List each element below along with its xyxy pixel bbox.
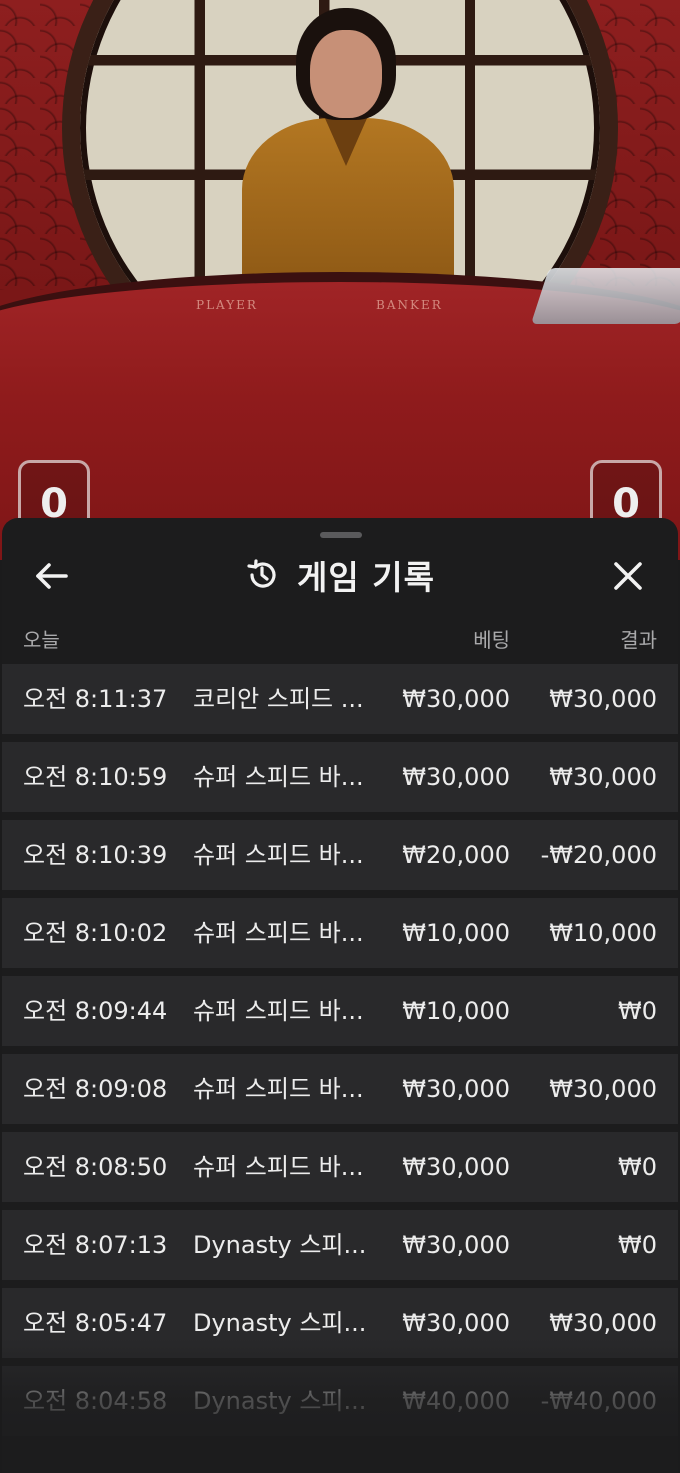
row-bet-amount: ₩40,000 xyxy=(402,1387,510,1415)
row-game-name: Dynasty 스피... xyxy=(193,1309,367,1337)
row-time: 오전 8:08:50 xyxy=(23,1153,168,1181)
history-row[interactable]: 오전 8:08:50 슈퍼 스피드 바... ₩30,000 ₩0 xyxy=(2,1132,678,1202)
back-button[interactable] xyxy=(30,554,74,598)
row-bet-amount: ₩30,000 xyxy=(402,1231,510,1259)
row-result-amount: ₩30,000 xyxy=(549,763,657,791)
row-game-name: 슈퍼 스피드 바... xyxy=(193,1153,364,1181)
row-time: 오전 8:07:13 xyxy=(23,1231,168,1259)
history-row[interactable]: 오전 8:11:37 코리안 스피드 ... ₩30,000 ₩30,000 xyxy=(2,664,678,734)
row-result-amount: -₩20,000 xyxy=(540,841,657,869)
row-bet-amount: ₩20,000 xyxy=(402,841,510,869)
row-time: 오전 8:10:39 xyxy=(23,841,168,869)
arrow-left-icon xyxy=(36,563,68,589)
table-label-player: PLAYER xyxy=(196,298,258,312)
page-title: 게임 기록 xyxy=(297,558,435,597)
row-bet-amount: ₩30,000 xyxy=(402,763,510,791)
row-game-name: 슈퍼 스피드 바... xyxy=(193,841,364,869)
row-game-name: 슈퍼 스피드 바... xyxy=(193,763,364,791)
sheet-header: 게임 기록 xyxy=(2,542,678,608)
history-list: 오전 8:11:37 코리안 스피드 ... ₩30,000 ₩30,000 오전 8:… xyxy=(2,664,678,1444)
row-time: 오전 8:09:44 xyxy=(23,997,168,1025)
row-game-name: 슈퍼 스피드 바... xyxy=(193,919,364,947)
row-time: 오전 8:10:02 xyxy=(23,919,168,947)
row-result-amount: ₩0 xyxy=(618,1153,657,1181)
history-row[interactable]: 오전 8:04:58 Dynasty 스피... ₩40,000 -₩40,000 xyxy=(2,1366,678,1436)
history-row[interactable]: 오전 8:10:59 슈퍼 스피드 바... ₩30,000 ₩30,000 xyxy=(2,742,678,812)
column-header-result: 결과 xyxy=(620,628,657,652)
row-game-name: Dynasty 스피... xyxy=(193,1231,367,1259)
history-row[interactable]: 오전 8:10:39 슈퍼 스피드 바... ₩20,000 -₩20,000 xyxy=(2,820,678,890)
row-time: 오전 8:09:08 xyxy=(23,1075,168,1103)
row-time: 오전 8:11:37 xyxy=(23,685,168,713)
row-game-name: Dynasty 스피... xyxy=(193,1387,367,1415)
column-header-date: 오늘 xyxy=(23,628,60,652)
dealer xyxy=(242,8,454,298)
row-bet-amount: ₩30,000 xyxy=(402,685,510,713)
drag-handle[interactable] xyxy=(320,532,362,538)
live-video-feed: PLAYER BANKER 0 0 xyxy=(0,0,680,560)
row-result-amount: ₩0 xyxy=(618,997,657,1025)
row-game-name: 코리안 스피드 ... xyxy=(193,685,364,713)
game-history-sheet: 게임 기록 오늘 베팅 결과 오전 8:11:37 코리안 스피드 ... ₩30,… xyxy=(2,518,678,1473)
row-game-name: 슈퍼 스피드 바... xyxy=(193,1075,364,1103)
row-result-amount: -₩40,000 xyxy=(540,1387,657,1415)
history-row[interactable]: 오전 8:09:44 슈퍼 스피드 바... ₩10,000 ₩0 xyxy=(2,976,678,1046)
row-result-amount: ₩30,000 xyxy=(549,1075,657,1103)
row-time: 오전 8:04:58 xyxy=(23,1387,168,1415)
history-clock-icon xyxy=(247,559,276,588)
history-row[interactable]: 오전 8:07:13 Dynasty 스피... ₩30,000 ₩0 xyxy=(2,1210,678,1280)
close-button[interactable] xyxy=(606,554,650,598)
row-time: 오전 8:10:59 xyxy=(23,763,168,791)
column-header-bet: 베팅 xyxy=(473,628,510,652)
row-result-amount: ₩10,000 xyxy=(549,919,657,947)
close-icon xyxy=(614,562,642,590)
row-bet-amount: ₩10,000 xyxy=(402,919,510,947)
row-result-amount: ₩30,000 xyxy=(549,1309,657,1337)
row-bet-amount: ₩30,000 xyxy=(402,1309,510,1337)
row-bet-amount: ₩10,000 xyxy=(402,997,510,1025)
row-game-name: 슈퍼 스피드 바... xyxy=(193,997,364,1025)
history-row[interactable]: 오전 8:05:47 Dynasty 스피... ₩30,000 ₩30,000 xyxy=(2,1288,678,1358)
row-bet-amount: ₩30,000 xyxy=(402,1153,510,1181)
row-time: 오전 8:05:47 xyxy=(23,1309,168,1337)
row-result-amount: ₩30,000 xyxy=(549,685,657,713)
card-shoe xyxy=(530,268,680,324)
table-label-banker: BANKER xyxy=(376,298,443,312)
history-row[interactable]: 오전 8:10:02 슈퍼 스피드 바... ₩10,000 ₩10,000 xyxy=(2,898,678,968)
row-bet-amount: ₩30,000 xyxy=(402,1075,510,1103)
row-result-amount: ₩0 xyxy=(618,1231,657,1259)
history-row[interactable]: 오전 8:09:08 슈퍼 스피드 바... ₩30,000 ₩30,000 xyxy=(2,1054,678,1124)
